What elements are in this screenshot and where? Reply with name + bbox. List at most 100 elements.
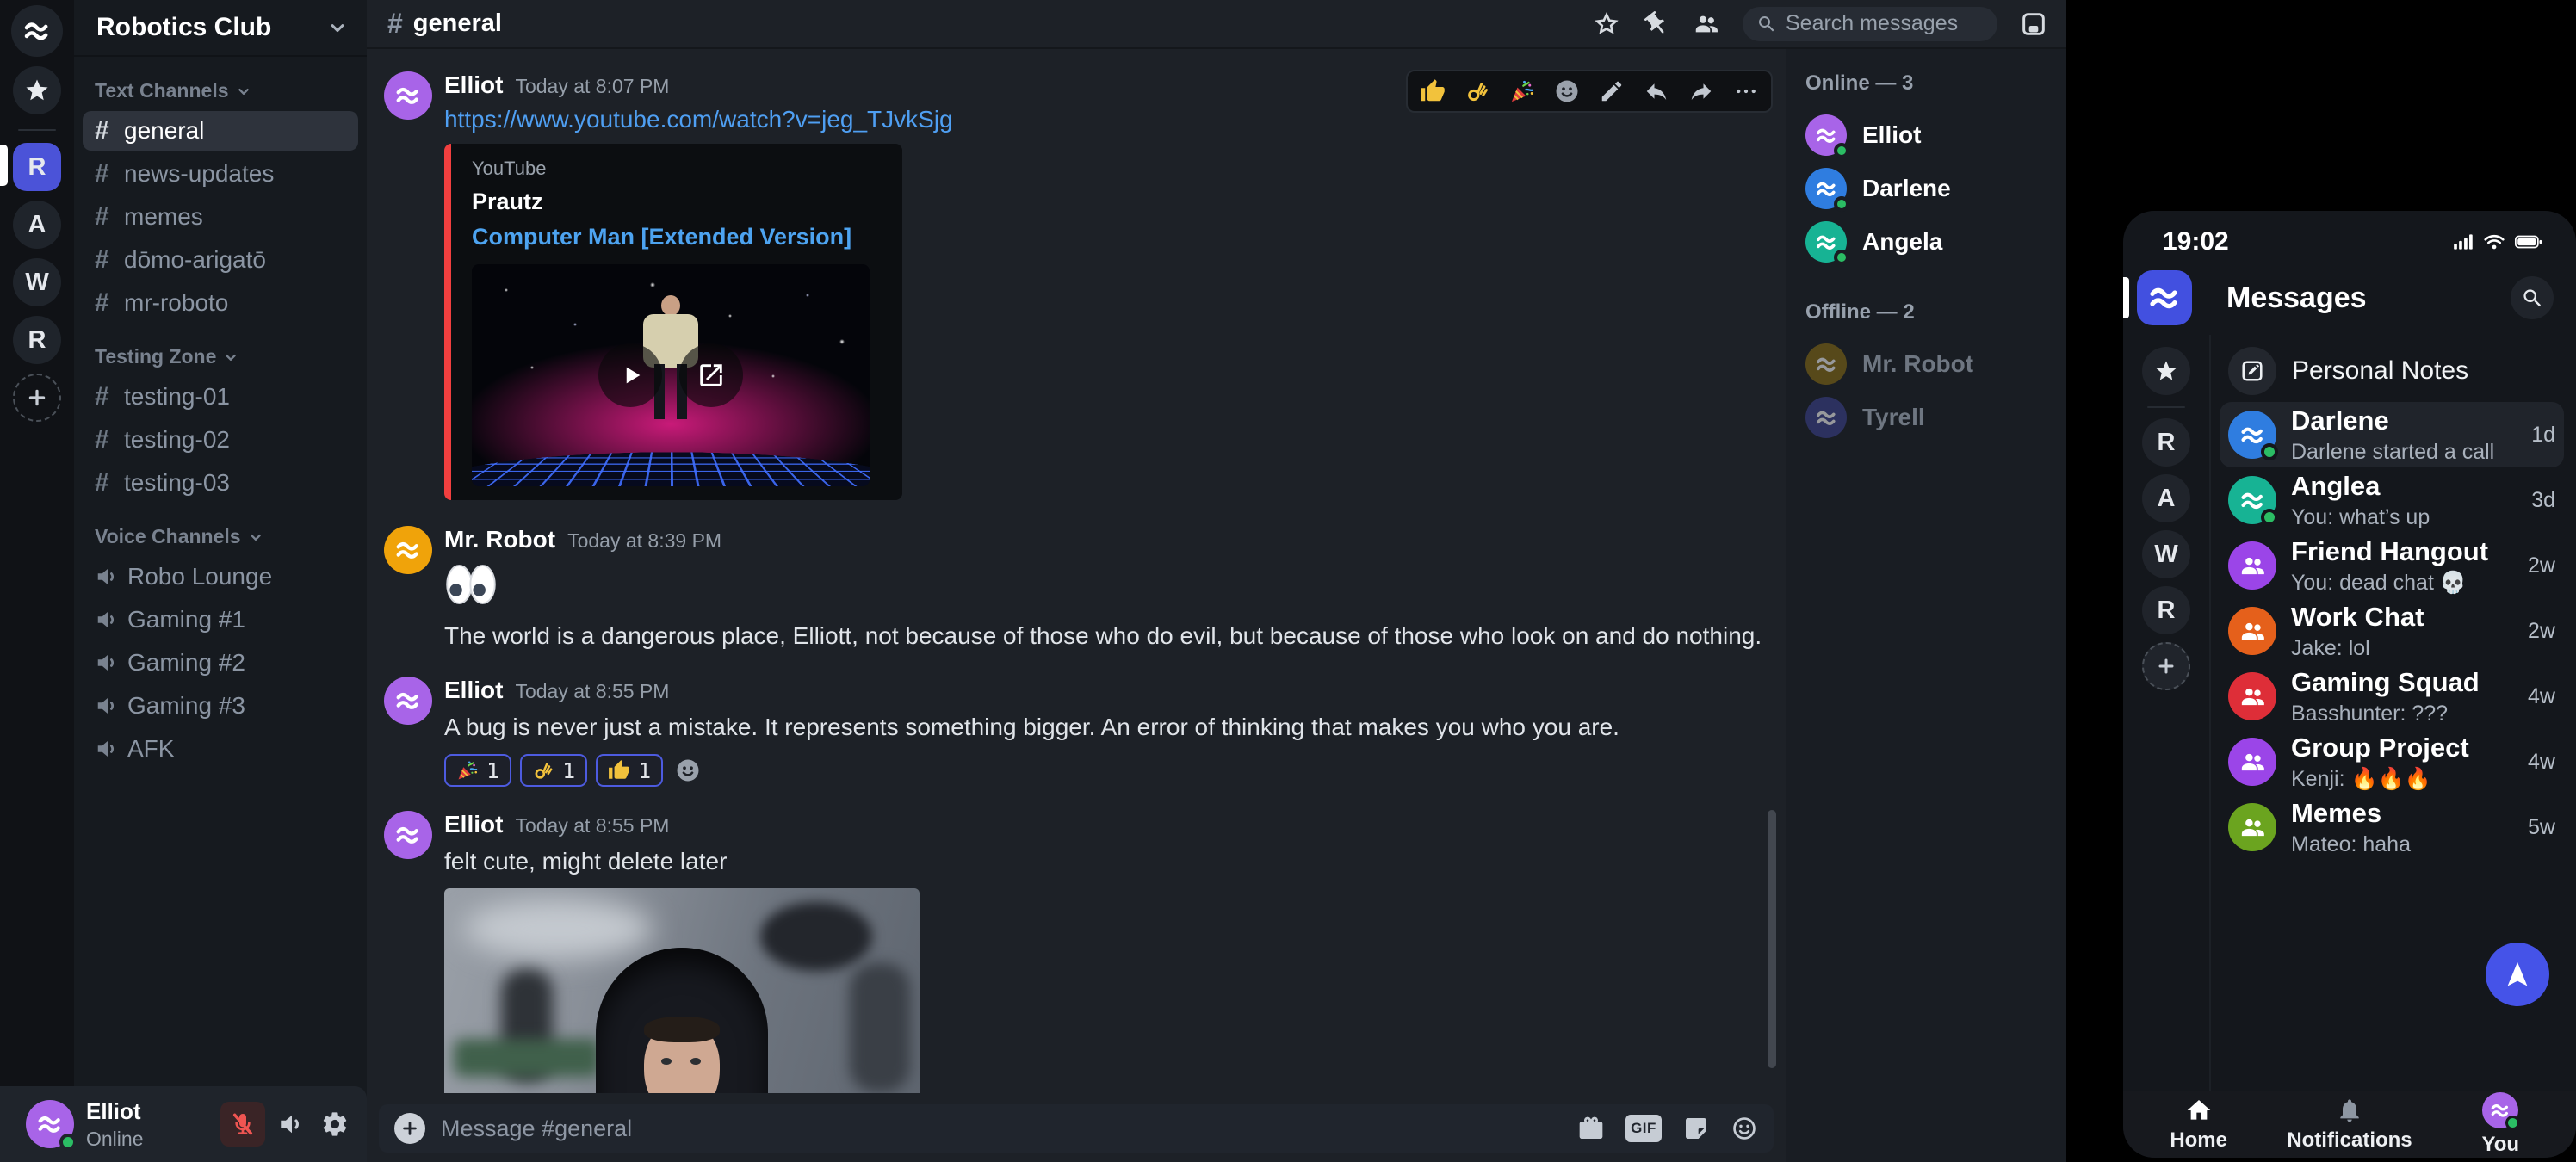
search-box[interactable] [1743, 7, 1997, 41]
search-button[interactable] [2511, 276, 2554, 319]
nav-home[interactable]: Home [2123, 1091, 2274, 1158]
message-input[interactable] [441, 1116, 1565, 1142]
channel-testing-03[interactable]: #testing-03 [83, 463, 358, 503]
voice-channel-gaming-2[interactable]: Gaming #2 [83, 643, 358, 683]
speaker-icon [95, 607, 121, 633]
conversation-anglea[interactable]: Anglea You: what’s up 3d [2220, 467, 2564, 533]
reaction-thumbs-up[interactable]: 1 [596, 754, 663, 787]
server-item-3[interactable]: W [2142, 530, 2190, 578]
add-reaction-button[interactable] [675, 757, 701, 783]
reply-button[interactable] [1644, 78, 1669, 104]
server-item-3[interactable]: W [13, 258, 61, 306]
message-author[interactable]: Elliot [444, 677, 503, 704]
message-author[interactable]: Elliot [444, 811, 503, 838]
more-options-button[interactable] [1733, 78, 1759, 104]
ok-hand-react-button[interactable] [1464, 78, 1490, 104]
member-darlene[interactable]: Darlene [1805, 163, 2066, 214]
app-logo[interactable] [11, 5, 63, 57]
conversation-friend-hangout[interactable]: Friend Hangout You: dead chat 💀 2w [2220, 533, 2564, 598]
deafen-button[interactable] [277, 1109, 307, 1139]
gift-button[interactable] [1577, 1115, 1605, 1142]
search-input[interactable] [1786, 11, 1984, 36]
voice-channel-robo-lounge[interactable]: Robo Lounge [83, 557, 358, 596]
voice-channel-afk[interactable]: AFK [83, 729, 358, 769]
server-item-4[interactable]: R [13, 316, 61, 364]
pinned-messages-button[interactable] [1643, 10, 1670, 38]
edit-message-button[interactable] [1599, 78, 1625, 104]
gif-picker-button[interactable]: GIF [1625, 1115, 1662, 1142]
conversation-memes[interactable]: Memes Mateo: haha 5w [2220, 794, 2564, 860]
avatar[interactable] [384, 677, 432, 725]
message-author[interactable]: Elliot [444, 71, 503, 99]
avatar[interactable] [384, 526, 432, 574]
channel-general[interactable]: #general [83, 111, 358, 151]
server-header[interactable]: Robotics Club [74, 0, 367, 57]
party-popper-react-button[interactable] [1509, 78, 1535, 104]
category-testing-zone[interactable]: Testing Zone [95, 345, 367, 368]
server-item-2[interactable]: A [13, 201, 61, 249]
voice-channel-gaming-3[interactable]: Gaming #3 [83, 686, 358, 726]
new-message-fab[interactable] [2486, 943, 2549, 1006]
emoji-picker-button[interactable] [1731, 1115, 1758, 1142]
channel-domo-arigato[interactable]: #dōmo-arigatō [83, 240, 358, 280]
favourite-channel-button[interactable] [1593, 10, 1620, 38]
user-area: Elliot Online [0, 1086, 367, 1162]
timestamp: 2w [2528, 553, 2555, 578]
server-item-4[interactable]: R [2142, 586, 2190, 634]
avatar [2228, 476, 2276, 524]
favourites-button[interactable] [13, 66, 61, 114]
category-text-channels[interactable]: Text Channels [95, 79, 367, 102]
channel-testing-01[interactable]: #testing-01 [83, 377, 358, 417]
avatar[interactable] [384, 71, 432, 120]
plus-icon [400, 1119, 419, 1138]
favourites-button[interactable] [2142, 347, 2190, 395]
inbox-panel-button[interactable] [2020, 10, 2047, 38]
online-status-dot [2261, 509, 2278, 526]
server-item-robotics-club[interactable]: R [13, 143, 61, 191]
thumbs-up-react-button[interactable] [1420, 78, 1446, 104]
add-server-button[interactable] [2142, 642, 2190, 690]
avatar[interactable] [384, 811, 432, 859]
member-mr-robot[interactable]: Mr. Robot [1805, 338, 2066, 390]
battery-icon [2514, 231, 2543, 253]
settings-button[interactable] [320, 1109, 350, 1139]
embed-title[interactable]: Computer Man [Extended Version] [472, 224, 887, 250]
personal-notes-item[interactable]: Personal Notes [2220, 340, 2564, 402]
forward-button[interactable] [1688, 78, 1714, 104]
add-server-button[interactable] [13, 374, 61, 422]
conversation-gaming-squad[interactable]: Gaming Squad Basshunter: ??? 4w [2220, 664, 2564, 729]
member-angela[interactable]: Angela [1805, 216, 2066, 268]
server-item-1[interactable]: R [2142, 418, 2190, 467]
avatar [2228, 803, 2276, 851]
category-voice-channels[interactable]: Voice Channels [95, 525, 367, 548]
member-tyrell[interactable]: Tyrell [1805, 392, 2066, 443]
chat-scrollbar[interactable] [1768, 810, 1776, 1068]
attach-file-button[interactable] [394, 1113, 425, 1144]
message-author[interactable]: Mr. Robot [444, 526, 555, 553]
sticker-picker-button[interactable] [1682, 1115, 1710, 1142]
channel-mr-roboto[interactable]: #mr-roboto [83, 283, 358, 323]
microphone-mute-button[interactable] [220, 1102, 265, 1147]
open-external-button[interactable] [679, 343, 743, 407]
voice-channel-gaming-1[interactable]: Gaming #1 [83, 600, 358, 640]
app-logo[interactable] [2137, 270, 2192, 325]
nav-you[interactable]: You [2425, 1091, 2576, 1158]
channel-news-updates[interactable]: #news-updates [83, 154, 358, 194]
server-item-2[interactable]: A [2142, 474, 2190, 522]
reaction-party-popper[interactable]: 1 [444, 754, 511, 787]
member-elliot[interactable]: Elliot [1805, 109, 2066, 161]
add-reaction-button[interactable] [1554, 78, 1580, 104]
conversation-group-project[interactable]: Group Project Kenji: 🔥🔥🔥 4w [2220, 729, 2564, 794]
channel-testing-02[interactable]: #testing-02 [83, 420, 358, 460]
members-toggle-button[interactable] [1693, 10, 1720, 38]
channel-memes[interactable]: #memes [83, 197, 358, 237]
reaction-ok-hand[interactable]: 1 [520, 754, 587, 787]
user-avatar[interactable] [26, 1100, 74, 1148]
attached-image[interactable] [444, 888, 920, 1093]
conversation-darlene[interactable]: Darlene Darlene started a call 1d [2220, 402, 2564, 467]
play-video-button[interactable] [598, 343, 662, 407]
embed-author: Prautz [472, 189, 887, 215]
conversation-work-chat[interactable]: Work Chat Jake: lol 2w [2220, 598, 2564, 664]
nav-notifications[interactable]: Notifications [2274, 1091, 2424, 1158]
youtube-link[interactable]: https://www.youtube.com/watch?v=jeg_TJvk… [444, 106, 953, 133]
